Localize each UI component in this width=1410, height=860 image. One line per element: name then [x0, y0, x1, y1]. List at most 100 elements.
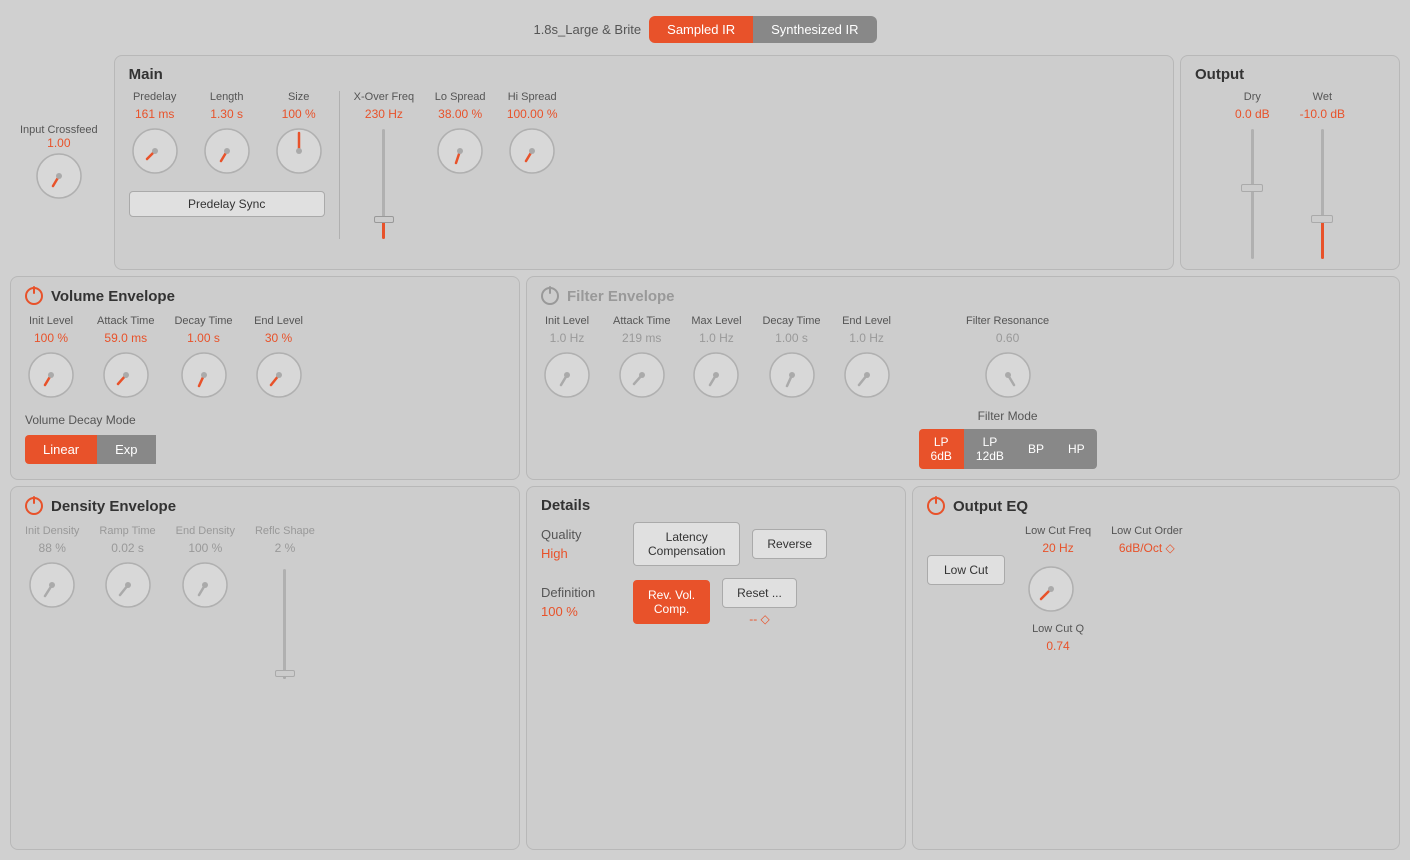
filter-max-level-label: Max Level — [691, 315, 741, 327]
rev-vol-comp-button[interactable]: Rev. Vol.Comp. — [633, 580, 710, 624]
lo-spread-knob-container: Lo Spread 38.00 % — [434, 91, 486, 177]
filter-attack-time-knob[interactable] — [616, 349, 668, 401]
low-cut-freq-section: Low Cut Freq 20 Hz Low Cut Q 0.74 — [1025, 525, 1091, 653]
top-bar: 1.8s_Large & Brite Sampled IR Synthesize… — [10, 10, 1400, 49]
size-knob-container: Size 100 % — [273, 91, 325, 177]
end-density-knob[interactable] — [179, 559, 231, 611]
vol-decay-time-container: Decay Time 1.00 s — [174, 315, 232, 401]
reflc-slider-track[interactable] — [283, 569, 286, 679]
filter-decay-time-container: Decay Time 1.00 s — [762, 315, 820, 401]
vol-envelope-title: Volume Envelope — [51, 288, 175, 305]
ramp-time-label: Ramp Time — [99, 525, 155, 537]
wet-slider-fill — [1321, 219, 1324, 259]
main-left-knobs: Predelay 161 ms Length 1.30 s — [129, 91, 325, 217]
low-cut-q-value: 0.74 — [1025, 639, 1091, 653]
dry-slider-track[interactable] — [1251, 129, 1254, 259]
volume-envelope-panel: Volume Envelope Init Level 100 % Attack … — [10, 276, 520, 480]
vol-envelope-power[interactable] — [25, 287, 43, 305]
init-density-value: 88 % — [39, 541, 66, 555]
input-crossfeed-knob[interactable] — [33, 150, 85, 202]
filter-resonance-container: Filter Resonance 0.60 — [966, 315, 1049, 401]
details-reset-col: Reset ... -- ◇ — [722, 578, 797, 626]
hi-spread-value: 100.00 % — [507, 107, 558, 121]
output-eq-content: Low Cut Low Cut Freq 20 Hz Low Cut Q 0.7… — [927, 525, 1385, 653]
end-density-value: 100 % — [188, 541, 222, 555]
filter-end-level-value: 1.0 Hz — [849, 331, 884, 345]
lo-spread-value: 38.00 % — [438, 107, 482, 121]
filter-init-level-knob[interactable] — [541, 349, 593, 401]
wet-value: -10.0 dB — [1300, 107, 1345, 121]
filter-end-level-knob[interactable] — [841, 349, 893, 401]
main-title: Main — [129, 66, 1159, 83]
vol-init-level-knob[interactable] — [25, 349, 77, 401]
input-crossfeed-label: Input Crossfeed — [20, 124, 98, 136]
latency-compensation-button[interactable]: LatencyCompensation — [633, 522, 740, 566]
lp6db-button[interactable]: LP6dB — [919, 429, 964, 469]
init-density-knob[interactable] — [26, 559, 78, 611]
lp12db-button[interactable]: LP12dB — [964, 429, 1016, 469]
details-quality-row: Quality High LatencyCompensation Reverse — [541, 522, 891, 566]
synthesized-ir-button[interactable]: Synthesized IR — [753, 16, 876, 43]
xover-slider-thumb[interactable] — [374, 216, 394, 223]
main-panel: Main Predelay 161 ms Length — [114, 55, 1174, 270]
dry-slider-thumb[interactable] — [1241, 184, 1263, 192]
hi-spread-knob[interactable] — [506, 125, 558, 177]
filter-resonance-knob[interactable] — [982, 349, 1034, 401]
hp-button[interactable]: HP — [1056, 429, 1097, 469]
filter-resonance-value: 0.60 — [996, 331, 1019, 345]
density-envelope-title: Density Envelope — [51, 498, 176, 515]
density-envelope-power[interactable] — [25, 497, 43, 515]
details-definition-col: Definition 100 % — [541, 585, 621, 619]
filter-max-level-container: Max Level 1.0 Hz — [690, 315, 742, 401]
lo-spread-knob[interactable] — [434, 125, 486, 177]
length-knob[interactable] — [201, 125, 253, 177]
vol-decay-time-value: 1.00 s — [187, 331, 220, 345]
reflc-shape-container: Reflc Shape 2 % — [255, 525, 315, 679]
main-knobs-row: Predelay 161 ms Length 1.30 s — [129, 91, 1159, 239]
wet-slider-track[interactable] — [1321, 129, 1324, 259]
bp-button[interactable]: BP — [1016, 429, 1056, 469]
vol-decay-time-knob[interactable] — [178, 349, 230, 401]
predelay-knob[interactable] — [129, 125, 181, 177]
predelay-label: Predelay — [133, 91, 176, 103]
details-quality-value: High — [541, 546, 621, 561]
init-density-label: Init Density — [25, 525, 79, 537]
ramp-time-knob[interactable] — [102, 559, 154, 611]
low-cut-button[interactable]: Low Cut — [927, 555, 1005, 585]
output-title: Output — [1195, 66, 1385, 83]
vol-decay-mode-label: Volume Decay Mode — [25, 413, 505, 427]
reset-button[interactable]: Reset ... — [722, 578, 797, 608]
predelay-sync-button[interactable]: Predelay Sync — [129, 191, 325, 217]
dry-label: Dry — [1244, 91, 1261, 103]
size-knob[interactable] — [273, 125, 325, 177]
exp-button[interactable]: Exp — [97, 435, 155, 464]
xover-slider-track[interactable] — [382, 129, 385, 239]
vol-init-level-label: Init Level — [29, 315, 73, 327]
predelay-knob-container: Predelay 161 ms — [129, 91, 181, 177]
init-density-container: Init Density 88 % — [25, 525, 79, 611]
main-knob-group1: Predelay 161 ms Length 1.30 s — [129, 91, 325, 177]
ramp-time-value: 0.02 s — [111, 541, 144, 555]
filter-max-level-knob[interactable] — [690, 349, 742, 401]
dry-slider-container: Dry 0.0 dB — [1235, 91, 1270, 259]
filter-mode-section: Filter Mode LP6dB LP12dB BP HP — [919, 409, 1097, 469]
linear-button[interactable]: Linear — [25, 435, 97, 464]
filter-envelope-power[interactable] — [541, 287, 559, 305]
details-definition-row: Definition 100 % Rev. Vol.Comp. Reset ..… — [541, 578, 891, 626]
wet-slider-thumb[interactable] — [1311, 215, 1333, 223]
details-title: Details — [541, 497, 891, 514]
app-container: 1.8s_Large & Brite Sampled IR Synthesize… — [0, 0, 1410, 860]
reverse-button[interactable]: Reverse — [752, 529, 827, 559]
vol-attack-time-label: Attack Time — [97, 315, 154, 327]
output-panel: Output Dry 0.0 dB Wet -10.0 dB — [1180, 55, 1400, 270]
sampled-ir-button[interactable]: Sampled IR — [649, 16, 753, 43]
output-eq-power[interactable] — [927, 497, 945, 515]
reflc-slider-thumb[interactable] — [275, 670, 295, 677]
filter-envelope-header: Filter Envelope — [541, 287, 1385, 305]
vol-end-level-knob[interactable] — [253, 349, 305, 401]
filter-decay-time-knob[interactable] — [766, 349, 818, 401]
vol-attack-time-knob[interactable] — [100, 349, 152, 401]
details-definition-label: Definition — [541, 585, 621, 600]
dry-value: 0.0 dB — [1235, 107, 1270, 121]
low-cut-freq-knob[interactable] — [1025, 563, 1077, 615]
